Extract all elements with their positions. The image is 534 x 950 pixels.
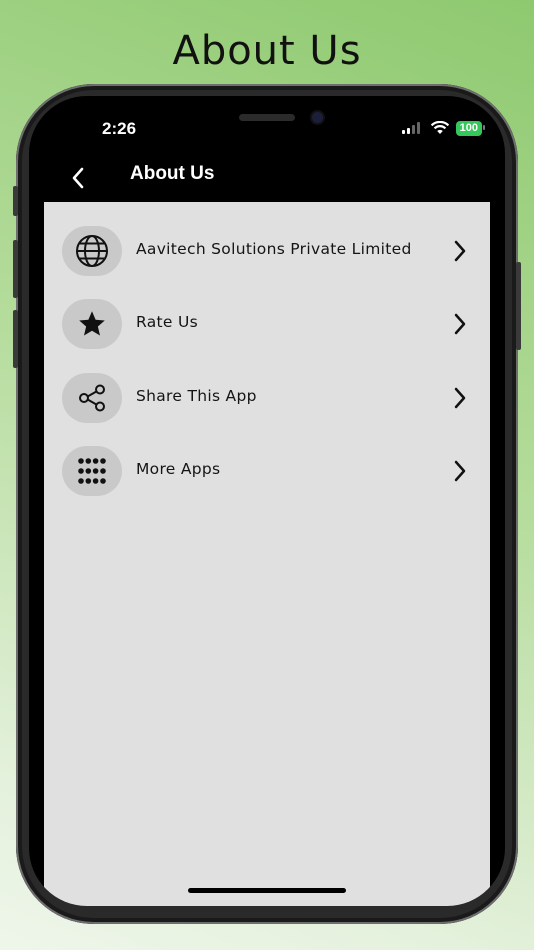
power-button bbox=[516, 262, 521, 350]
grid-icon bbox=[78, 458, 106, 484]
chevron-right-icon bbox=[454, 313, 466, 335]
status-time: 2:26 bbox=[102, 119, 137, 138]
cellular-signal-icon bbox=[401, 122, 420, 134]
chevron-right-icon bbox=[454, 387, 466, 409]
menu-item-label: Rate Us bbox=[136, 313, 198, 331]
icon-circle bbox=[62, 446, 122, 496]
menu-item-label: Share This App bbox=[136, 387, 257, 405]
globe-icon bbox=[76, 235, 108, 267]
menu-item-rate-us[interactable]: Rate Us bbox=[44, 299, 490, 359]
wifi-icon bbox=[430, 121, 449, 134]
front-camera bbox=[310, 110, 325, 125]
icon-circle bbox=[62, 299, 122, 349]
icon-circle bbox=[62, 226, 122, 276]
chevron-left-icon bbox=[72, 167, 84, 189]
battery-indicator: 100 bbox=[455, 120, 486, 136]
back-button[interactable] bbox=[65, 164, 91, 192]
menu-item-label: More Apps bbox=[136, 460, 221, 478]
menu-item-label: Aavitech Solutions Private Limited bbox=[136, 240, 412, 258]
volume-down-button bbox=[13, 310, 18, 368]
menu-item-share-app[interactable]: Share This App bbox=[44, 373, 490, 433]
chevron-right-icon bbox=[454, 460, 466, 482]
menu-item-more-apps[interactable]: More Apps bbox=[44, 446, 490, 506]
chevron-right-icon bbox=[454, 240, 466, 262]
icon-circle bbox=[62, 373, 122, 423]
home-indicator[interactable] bbox=[188, 888, 346, 893]
earpiece-speaker bbox=[239, 114, 295, 121]
content-area: Aavitech Solutions Private Limited Rate … bbox=[44, 202, 490, 906]
page-title: About Us bbox=[130, 163, 215, 184]
phone-screen: 2:26 100 About Us Aavitech Solutions Pri… bbox=[29, 96, 505, 906]
menu-item-company-website[interactable]: Aavitech Solutions Private Limited bbox=[44, 226, 490, 286]
mute-switch bbox=[13, 186, 18, 216]
status-bar: 2:26 100 bbox=[29, 96, 505, 160]
status-icons: 100 bbox=[401, 120, 486, 136]
navigation-bar: About Us bbox=[29, 160, 505, 202]
share-icon bbox=[79, 384, 105, 412]
star-icon bbox=[79, 311, 105, 336]
promo-title: About Us bbox=[172, 28, 362, 74]
volume-up-button bbox=[13, 240, 18, 298]
